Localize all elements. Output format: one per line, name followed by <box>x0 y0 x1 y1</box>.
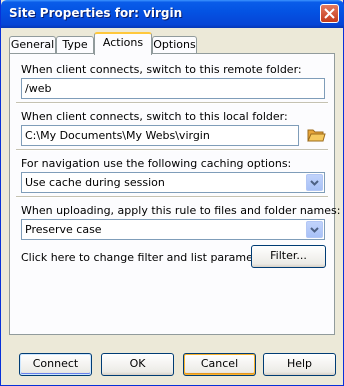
separator <box>16 149 328 151</box>
upload-rule-select[interactable]: Preserve case <box>21 219 325 240</box>
connect-button[interactable]: Connect <box>19 353 92 376</box>
caching-selected-value: Use cache during session <box>25 176 165 189</box>
caching-label: For navigation use the following caching… <box>21 157 292 170</box>
filter-label: Click here to change filter and list par… <box>21 251 278 264</box>
tab-options[interactable]: Options <box>152 36 197 54</box>
close-icon <box>324 8 335 19</box>
close-button[interactable] <box>320 4 339 23</box>
upload-rule-selected-value: Preserve case <box>25 223 102 236</box>
chevron-down-icon <box>310 180 319 186</box>
tab-general[interactable]: General <box>9 36 56 54</box>
separator <box>16 102 328 104</box>
cancel-button[interactable]: Cancel <box>183 353 256 376</box>
window-title: Site Properties for: virgin <box>9 6 183 20</box>
site-properties-dialog: Site Properties for: virgin General Type… <box>0 0 344 386</box>
filter-button[interactable]: Filter... <box>251 245 326 268</box>
upload-rule-label: When uploading, apply this rule to files… <box>21 204 341 217</box>
separator <box>16 196 328 198</box>
help-button[interactable]: Help <box>263 353 336 376</box>
tab-actions[interactable]: Actions <box>94 32 152 55</box>
chevron-down-icon <box>310 227 319 233</box>
remote-folder-input[interactable]: /web <box>21 78 325 99</box>
local-folder-label: When client connects, switch to this loc… <box>21 110 288 123</box>
browse-local-folder-button[interactable] <box>306 125 326 145</box>
title-bar[interactable]: Site Properties for: virgin <box>1 0 344 28</box>
local-folder-input[interactable]: C:\My Documents\My Webs\virgin <box>21 125 299 146</box>
upload-rule-dropdown-button[interactable] <box>306 221 323 238</box>
remote-folder-label: When client connects, switch to this rem… <box>21 63 302 76</box>
actions-panel: When client connects, switch to this rem… <box>9 53 340 335</box>
ok-button[interactable]: OK <box>101 353 174 376</box>
folder-open-icon <box>307 129 326 142</box>
caching-select[interactable]: Use cache during session <box>21 172 325 193</box>
caching-dropdown-button[interactable] <box>306 174 323 191</box>
tab-type[interactable]: Type <box>56 36 94 54</box>
